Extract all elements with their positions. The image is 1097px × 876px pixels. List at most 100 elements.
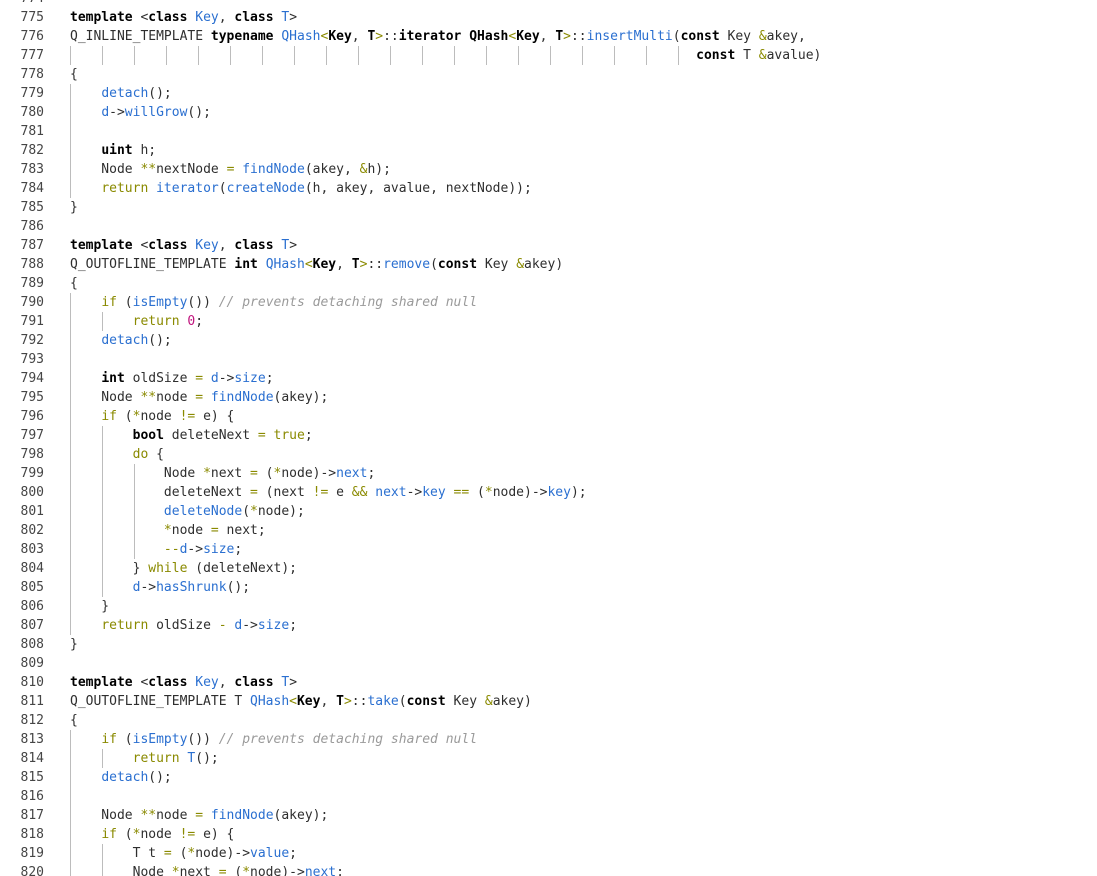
code-line[interactable]: 785} xyxy=(0,198,1097,217)
code-token: < xyxy=(132,10,149,25)
code-line[interactable]: 786 xyxy=(0,217,1097,236)
code-text: } xyxy=(70,198,78,217)
code-token: ()) xyxy=(187,732,219,747)
code-token: h); xyxy=(367,162,391,177)
code-line[interactable]: 791 return 0; xyxy=(0,312,1097,331)
code-line[interactable]: 799 Node *next = (*node)->next; xyxy=(0,464,1097,483)
code-line[interactable]: 804 } while (deleteNext); xyxy=(0,559,1097,578)
code-line[interactable]: 808} xyxy=(0,635,1097,654)
code-token: hasShrunk xyxy=(156,580,227,595)
code-token: node xyxy=(171,523,211,538)
code-token: Node xyxy=(70,162,141,177)
line-number: 778 xyxy=(20,67,44,82)
code-token: QHash xyxy=(250,694,290,709)
code-line[interactable]: 794 int oldSize = d->size; xyxy=(0,369,1097,388)
code-line[interactable]: 780 d->willGrow(); xyxy=(0,103,1097,122)
code-line[interactable]: 813 if (isEmpty()) // prevents detaching… xyxy=(0,730,1097,749)
code-line[interactable]: 809 xyxy=(0,654,1097,673)
code-line[interactable]: 803 --d->size; xyxy=(0,540,1097,559)
code-token: -> xyxy=(242,618,258,633)
code-text: if (*node != e) { xyxy=(70,407,234,426)
code-token: T xyxy=(281,10,290,25)
code-line[interactable]: 806 } xyxy=(0,597,1097,616)
code-line[interactable]: 783 Node **nextNode = findNode(akey, &h)… xyxy=(0,160,1097,179)
code-line[interactable]: 778 { xyxy=(0,65,1097,84)
code-token: deleteNext xyxy=(70,485,251,500)
code-line[interactable]: 802 *node = next; xyxy=(0,521,1097,540)
code-token: = xyxy=(195,390,204,405)
code-text: { xyxy=(70,65,78,84)
code-line[interactable]: 775 template <class Key, class T> xyxy=(0,8,1097,27)
code-token: iterator xyxy=(398,29,462,44)
code-line[interactable]: 790 if (isEmpty()) // prevents detaching… xyxy=(0,293,1097,312)
code-line[interactable]: 798 do { xyxy=(0,445,1097,464)
code-token: Node xyxy=(70,808,141,823)
code-line[interactable]: 800 deleteNext = (next != e && next->key… xyxy=(0,483,1097,502)
code-token: e) { xyxy=(195,409,235,424)
code-line[interactable]: 787 template <class Key, class T> xyxy=(0,236,1097,255)
code-line[interactable]: 811 Q_OUTOFLINE_TEMPLATE T QHash<Key, T>:… xyxy=(0,692,1097,711)
code-line[interactable]: 793 xyxy=(0,350,1097,369)
code-token: if xyxy=(101,409,117,424)
code-line[interactable]: 774 xyxy=(0,0,1097,8)
code-line[interactable]: 788 Q_OUTOFLINE_TEMPLATE int QHash<Key, T… xyxy=(0,255,1097,274)
code-line[interactable]: 776 Q_INLINE_TEMPLATE typename QHash<Key,… xyxy=(0,27,1097,46)
code-token: T xyxy=(336,694,344,709)
code-token: class xyxy=(148,10,188,25)
code-token: node xyxy=(140,827,180,842)
code-token: deleteNext xyxy=(163,428,258,443)
line-number: 798 xyxy=(20,447,44,462)
code-token: ( xyxy=(116,295,133,310)
code-line[interactable]: 779 detach(); xyxy=(0,84,1097,103)
code-line[interactable]: 781 xyxy=(0,122,1097,141)
code-line[interactable]: 789 { xyxy=(0,274,1097,293)
code-line[interactable]: 820 Node *next = (*node)->next; xyxy=(0,863,1097,876)
code-token: (h, akey, avalue, nextNode)); xyxy=(304,181,532,196)
code-text: d->willGrow(); xyxy=(70,103,211,122)
code-text: if (isEmpty()) // prevents detaching sha… xyxy=(70,730,477,749)
code-token: Key xyxy=(195,238,219,253)
code-line[interactable]: 796 if (*node != e) { xyxy=(0,407,1097,426)
code-token: (); xyxy=(226,580,251,595)
code-token: oldSize xyxy=(148,618,219,633)
code-line[interactable]: 782 uint h; xyxy=(0,141,1097,160)
code-text: d->hasShrunk(); xyxy=(70,578,250,597)
code-token: T xyxy=(555,29,564,44)
code-line[interactable]: 795 Node **node = findNode(akey); xyxy=(0,388,1097,407)
code-line[interactable]: 797 bool deleteNext = true; xyxy=(0,426,1097,445)
code-line[interactable]: 816 xyxy=(0,787,1097,806)
code-token: true xyxy=(273,428,305,443)
code-line[interactable]: 810 template <class Key, class T> xyxy=(0,673,1097,692)
code-text: Node **nextNode = findNode(akey, &h); xyxy=(70,160,391,179)
code-token: e xyxy=(328,485,352,500)
code-token: Key xyxy=(312,257,337,272)
code-line[interactable]: 777 const T &avalue) xyxy=(0,46,1097,65)
code-line[interactable]: 814 return T(); xyxy=(0,749,1097,768)
code-token: return xyxy=(132,751,180,766)
code-line[interactable]: 801 deleteNode(*node); xyxy=(0,502,1097,521)
code-line[interactable]: 784 return iterator(createNode(h, akey, … xyxy=(0,179,1097,198)
code-token: ( xyxy=(218,181,227,196)
code-line[interactable]: 812 { xyxy=(0,711,1097,730)
code-line[interactable]: 815 detach(); xyxy=(0,768,1097,787)
line-number: 804 xyxy=(20,561,44,576)
code-line[interactable]: 819 T t = (*node)->value; xyxy=(0,844,1097,863)
code-editor[interactable]: 774775template <class Key, class T>776Q_… xyxy=(0,0,1097,876)
code-line[interactable]: 817 Node **node = findNode(akey); xyxy=(0,806,1097,825)
code-token: const xyxy=(437,257,478,272)
code-line[interactable]: 818 if (*node != e) { xyxy=(0,825,1097,844)
indent-guide xyxy=(70,122,71,141)
code-token: { xyxy=(148,447,164,462)
code-line[interactable]: 805 d->hasShrunk(); xyxy=(0,578,1097,597)
code-line[interactable]: 792 detach(); xyxy=(0,331,1097,350)
code-token: Key xyxy=(195,10,219,25)
code-token: if xyxy=(101,295,117,310)
code-token: * xyxy=(203,466,211,481)
code-token: ( xyxy=(116,827,133,842)
code-line[interactable]: 807 return oldSize - d->size; xyxy=(0,616,1097,635)
